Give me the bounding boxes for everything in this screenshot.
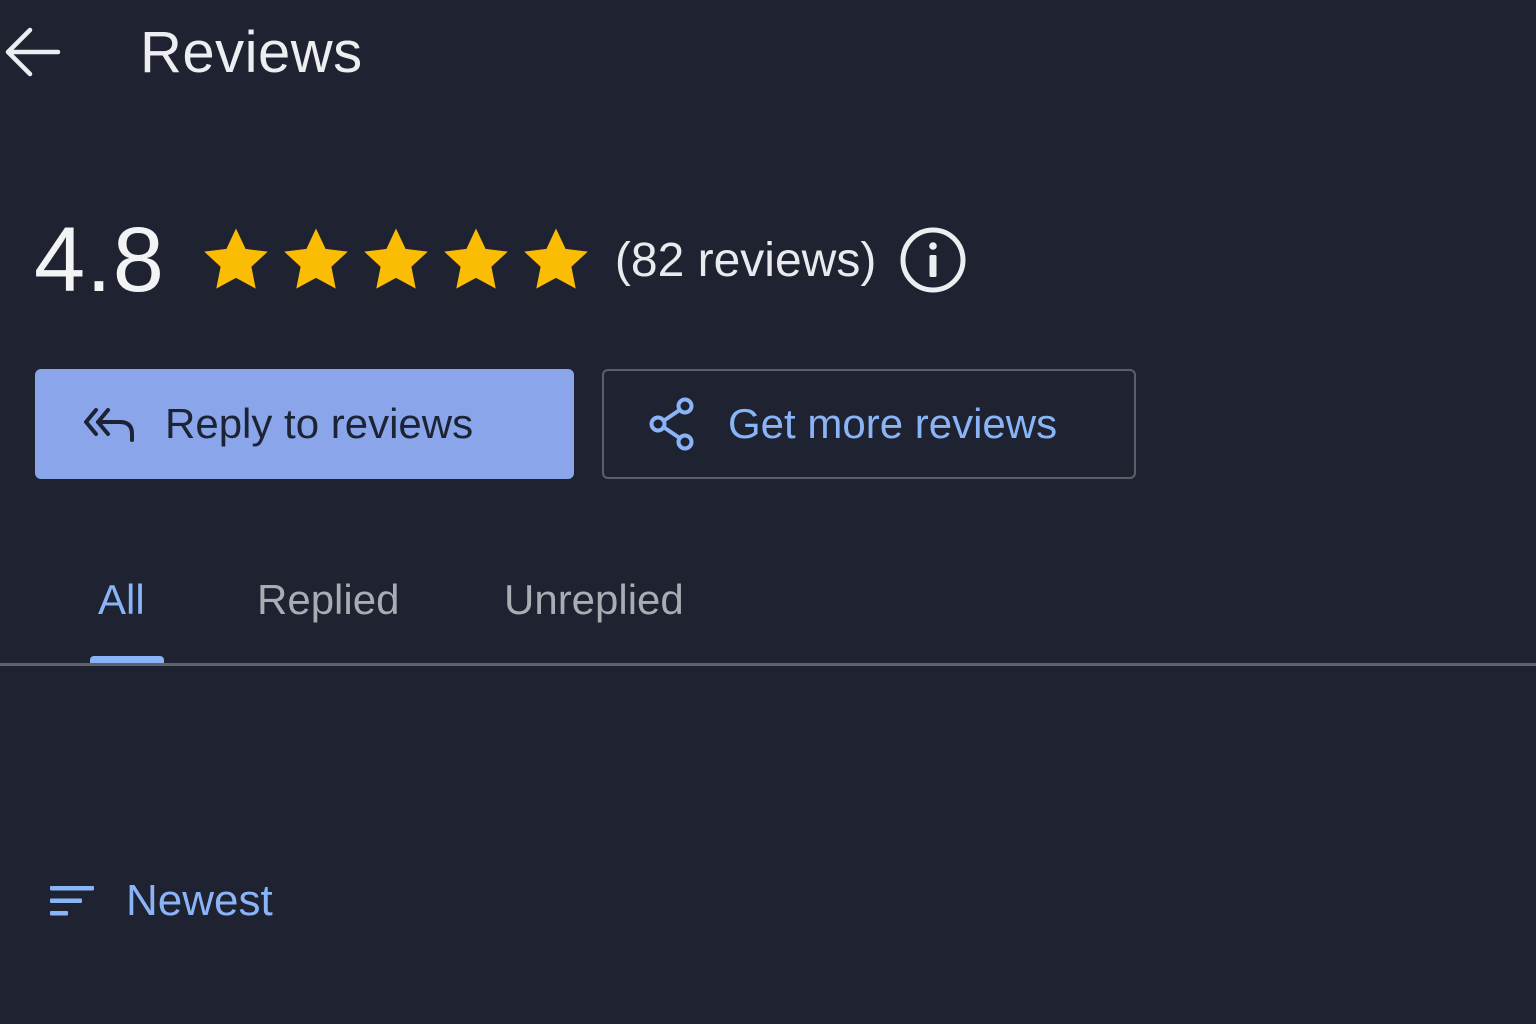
get-more-reviews-button[interactable]: Get more reviews	[602, 369, 1136, 479]
sort-label: Newest	[126, 876, 273, 925]
star-icon	[204, 228, 268, 289]
share-icon	[644, 396, 700, 452]
average-rating: 4.8	[34, 209, 165, 311]
info-button[interactable]	[898, 225, 968, 295]
get-more-reviews-label: Get more reviews	[728, 400, 1058, 447]
sort-icon	[48, 881, 96, 921]
star-icon	[364, 228, 428, 289]
star-icon	[524, 228, 588, 289]
star-icon	[284, 228, 348, 289]
rating-summary: 4.8 (82 reviews)	[34, 210, 968, 310]
tab-all[interactable]: All	[98, 560, 145, 664]
star-icon	[444, 228, 508, 289]
page-title: Reviews	[140, 20, 363, 85]
reply-to-reviews-button[interactable]: Reply to reviews	[35, 369, 574, 479]
reply-all-icon	[81, 396, 137, 452]
tab-unreplied[interactable]: Unreplied	[504, 560, 684, 664]
arrow-back-icon	[5, 27, 61, 77]
star-rating	[199, 223, 593, 297]
tabs-divider	[0, 663, 1536, 666]
review-count: (82 reviews)	[614, 233, 877, 287]
reply-to-reviews-label: Reply to reviews	[165, 400, 474, 447]
info-icon	[900, 227, 966, 293]
sort-button[interactable]: Newest	[48, 868, 273, 934]
review-filter-tabs: All Replied Unreplied	[0, 560, 1536, 666]
top-app-bar: Reviews	[0, 0, 1536, 110]
tab-replied[interactable]: Replied	[257, 560, 399, 664]
back-button[interactable]	[0, 22, 64, 82]
